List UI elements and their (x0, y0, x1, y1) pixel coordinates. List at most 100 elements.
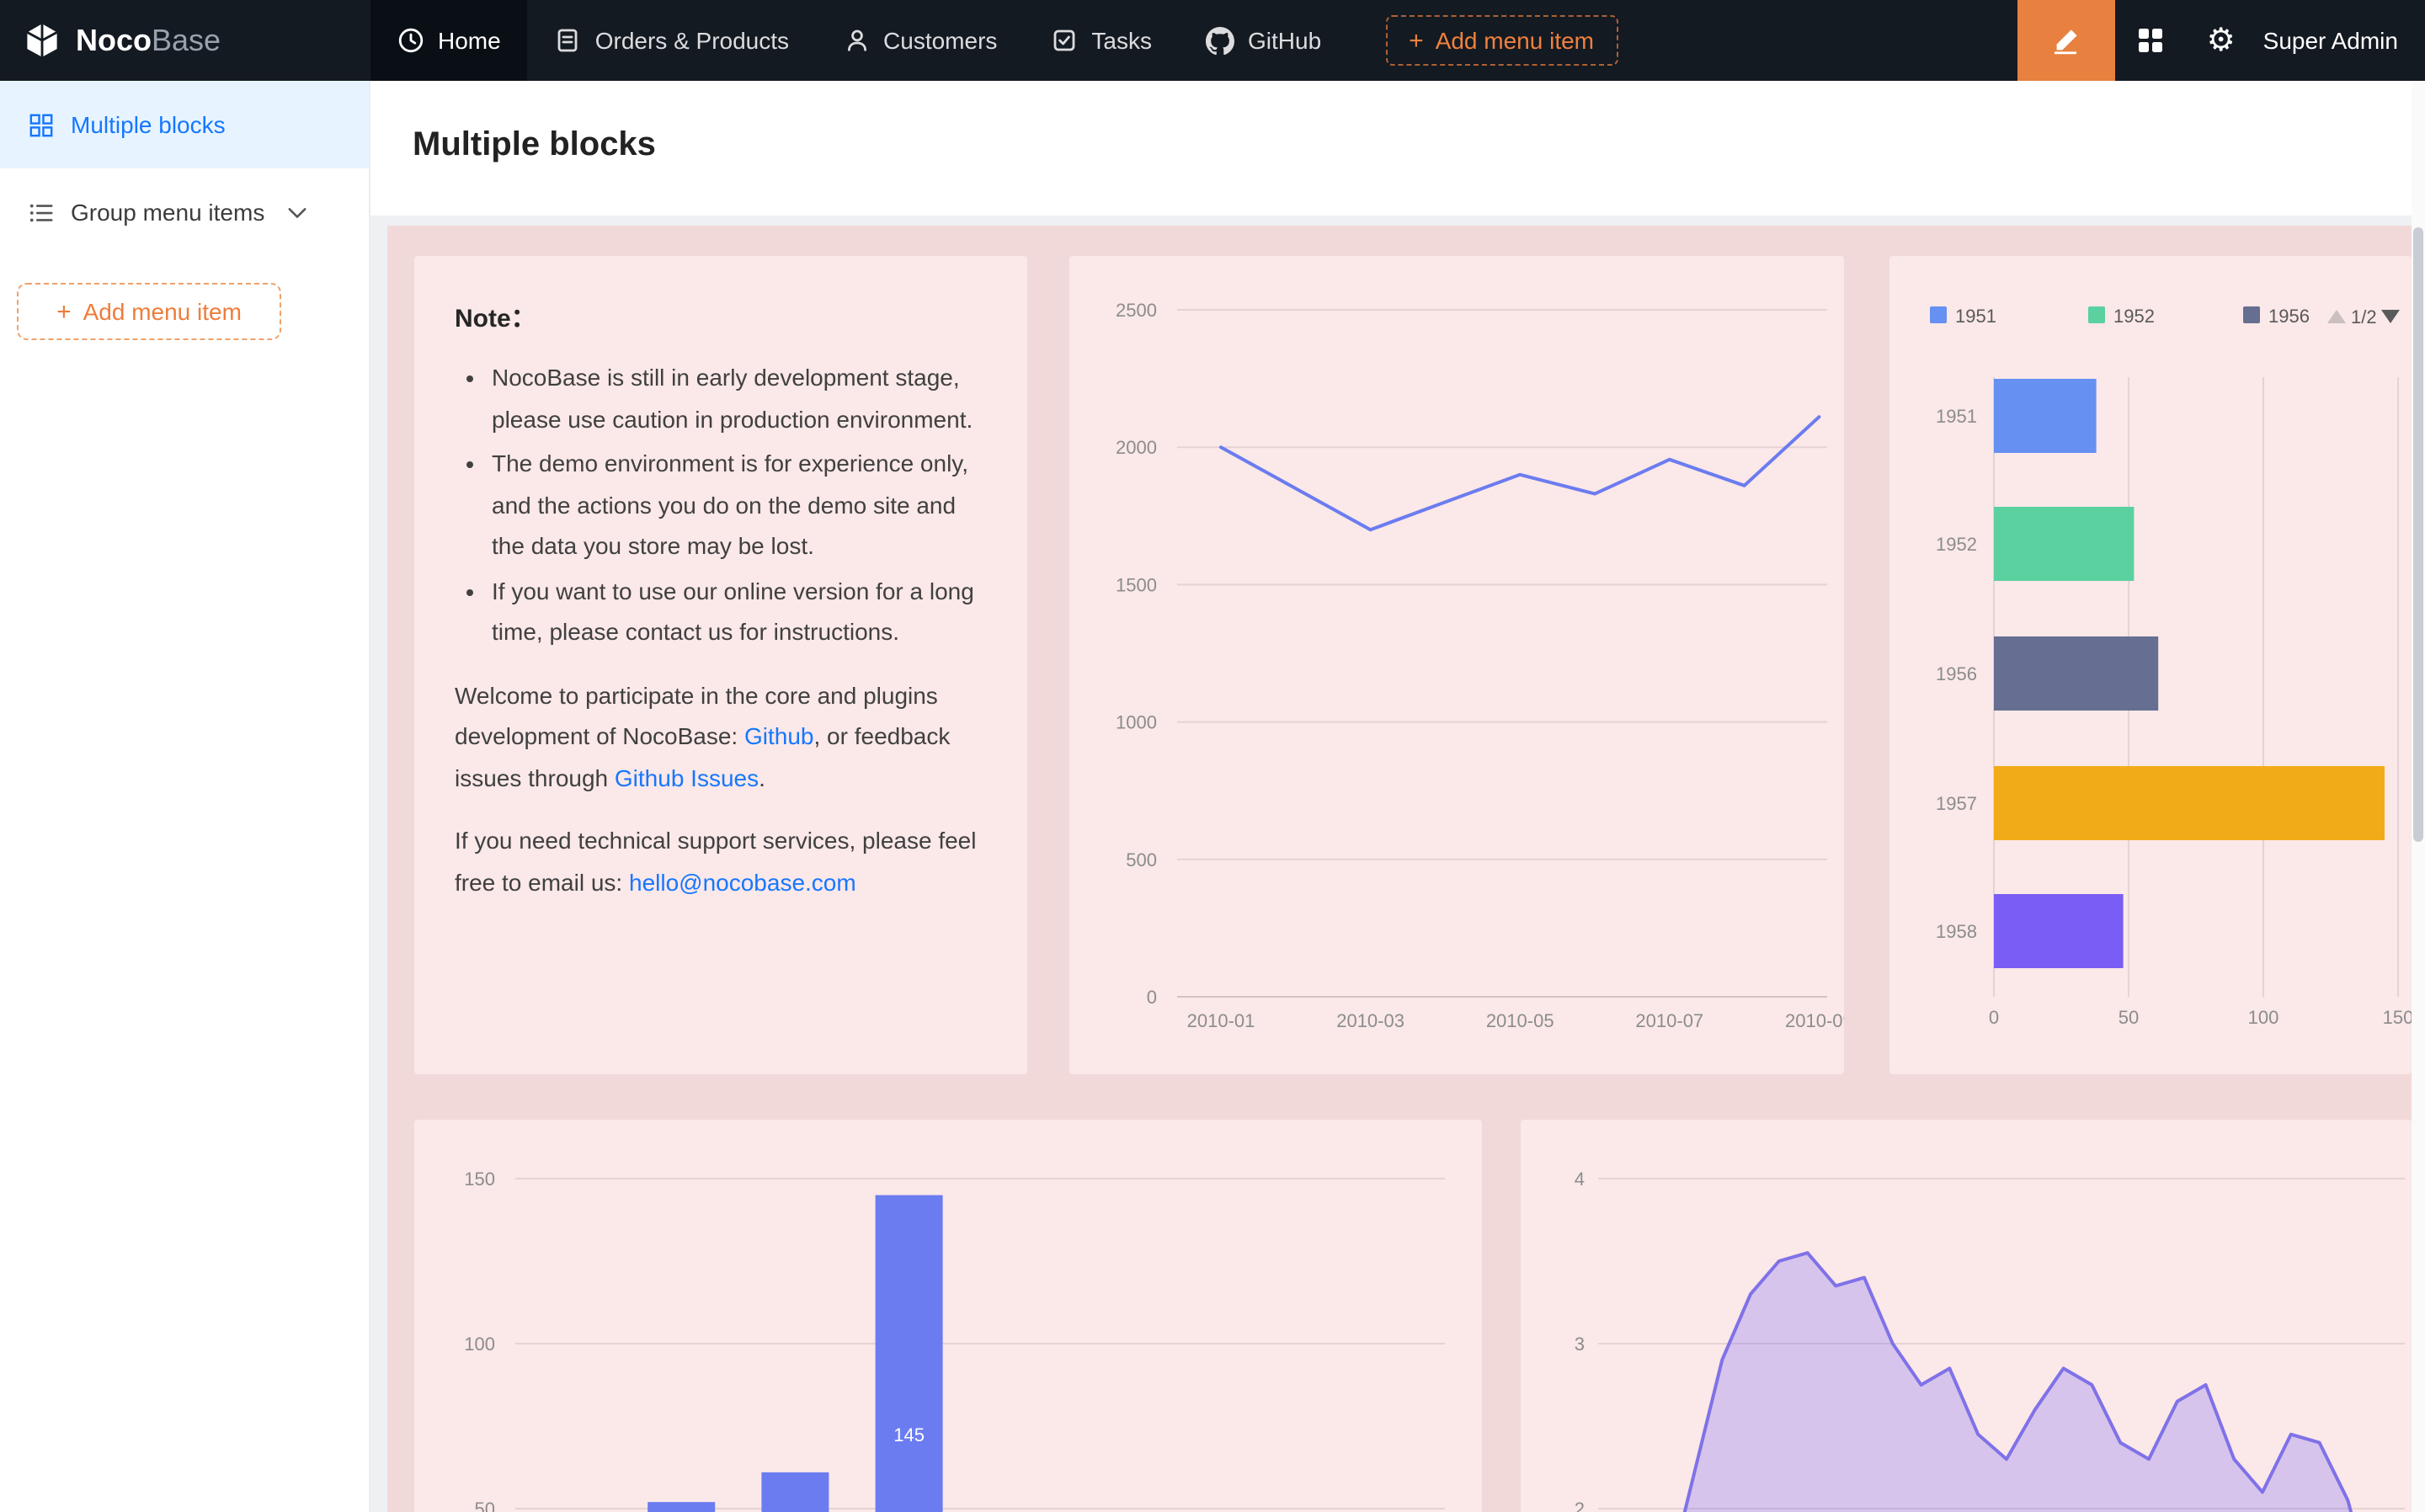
note-bullet: NocoBase is still in early development s… (492, 357, 987, 439)
svg-text:1/2: 1/2 (2351, 306, 2377, 327)
svg-text:3: 3 (1575, 1334, 1585, 1355)
page-title: Multiple blocks (413, 126, 656, 165)
markdown-note-block: Note： NocoBase is still in early develop… (414, 256, 1027, 1074)
logo-text: NocoBase (76, 23, 221, 58)
nav-item-label: Orders & Products (595, 27, 789, 54)
github-link[interactable]: Github (744, 722, 814, 749)
nav-item-label: Home (438, 27, 501, 54)
svg-text:0: 0 (1989, 1007, 1999, 1028)
svg-text:500: 500 (1126, 849, 1157, 870)
add-menu-item-label: Add menu item (83, 298, 242, 325)
add-menu-item-button-top[interactable]: + Add menu item (1385, 15, 1618, 66)
tasks-icon (1051, 27, 1078, 54)
svg-text:2500: 2500 (1116, 300, 1157, 321)
settings-button[interactable]: ⚙ (2186, 0, 2257, 81)
svg-text:100: 100 (464, 1334, 495, 1355)
svg-text:1500: 1500 (1116, 574, 1157, 595)
plugin-manager-button[interactable] (2115, 0, 2186, 81)
svg-text:100: 100 (2248, 1007, 2279, 1028)
svg-text:1951: 1951 (1955, 306, 1996, 327)
user-menu[interactable]: Super Admin (2263, 27, 2398, 54)
gear-icon: ⚙ (2207, 21, 2236, 60)
svg-text:150: 150 (464, 1169, 495, 1190)
svg-text:2010-03: 2010-03 (1336, 1010, 1404, 1031)
logo-text-bold: Noco (76, 23, 152, 56)
note-bullet: The demo environment is for experience o… (492, 443, 987, 567)
horizontal-bar-chart-block: 1951 1952 1956 1/2 0 50 100 150 1951 1952 1956 1957… (1889, 256, 2412, 1074)
email-link[interactable]: hello@nocobase.com (629, 868, 856, 895)
svg-text:1956: 1956 (2268, 306, 2310, 327)
svg-text:0: 0 (1147, 987, 1157, 1008)
horizontal-bar-chart: 1951 1952 1956 1/2 0 50 100 150 1951 1952 1956 1957… (1889, 256, 2412, 1074)
orders-products-icon (555, 27, 582, 54)
plus-icon: + (1409, 28, 1424, 53)
note-body: NocoBase is still in early development s… (455, 357, 987, 902)
sidebar-item-multiple-blocks[interactable]: Multiple blocks (0, 81, 369, 168)
chevron-down-icon (288, 206, 306, 218)
svg-text:150: 150 (2383, 1007, 2412, 1028)
area-chart: 2 3 4 (1521, 1120, 2412, 1512)
note-text: . (759, 764, 765, 791)
svg-text:2010-05: 2010-05 (1486, 1010, 1554, 1031)
blocks-grid-icon (29, 112, 54, 137)
page-header: Multiple blocks (370, 81, 2425, 216)
svg-text:145: 145 (893, 1424, 925, 1445)
svg-text:1956: 1956 (1936, 663, 1977, 684)
page-content: Note： NocoBase is still in early develop… (387, 226, 2412, 1512)
nav-item-customers[interactable]: Customers (816, 0, 1024, 81)
github-icon (1206, 26, 1234, 55)
nocobase-logo[interactable]: NocoBase (0, 0, 370, 81)
note-bullet: If you want to use our online version fo… (492, 570, 987, 652)
svg-text:1952: 1952 (2113, 306, 2155, 327)
note-paragraph-support: If you need technical support services, … (455, 820, 987, 902)
home-icon (397, 27, 424, 54)
nav-item-home[interactable]: Home (370, 0, 528, 81)
sidebar: Multiple blocks Group menu items + Add m… (0, 81, 370, 1512)
line-chart-block: 0 500 1000 1500 2000 2500 2010-01 2010-03 2010-0… (1069, 256, 1844, 1074)
scrollbar-thumb[interactable] (2413, 227, 2423, 842)
svg-text:2010-09: 2010-09 (1785, 1010, 1844, 1031)
plus-icon: + (56, 299, 72, 324)
vertical-scrollbar (2412, 81, 2425, 1512)
svg-text:1951: 1951 (1936, 406, 1977, 427)
add-menu-item-label: Add menu item (1436, 27, 1594, 54)
svg-text:2000: 2000 (1116, 437, 1157, 458)
github-issues-link[interactable]: Github Issues (615, 764, 759, 791)
nav-item-label: GitHub (1248, 27, 1321, 54)
customers-icon (843, 27, 870, 54)
ui-editor-button[interactable] (2017, 0, 2115, 81)
svg-text:2: 2 (1575, 1499, 1585, 1512)
nav-item-tasks[interactable]: Tasks (1024, 0, 1179, 81)
grid-squares-icon (2137, 27, 2164, 54)
note-bullet-list: NocoBase is still in early development s… (455, 357, 987, 652)
note-title: Note： (455, 300, 987, 335)
svg-text:1952: 1952 (1936, 534, 1977, 555)
svg-text:4: 4 (1575, 1169, 1585, 1190)
nav-item-orders-products[interactable]: Orders & Products (528, 0, 816, 81)
svg-text:1000: 1000 (1116, 712, 1157, 733)
top-navbar: NocoBase Home Orders & Products Customer… (0, 0, 2425, 81)
add-menu-item-button-sidebar[interactable]: + Add menu item (17, 283, 281, 340)
svg-text:50: 50 (2119, 1007, 2139, 1028)
nav-item-label: Customers (883, 27, 997, 54)
column-chart-block: 5010015038526114548383838 (414, 1120, 1482, 1512)
column-chart: 5010015038526114548383838 (414, 1120, 1482, 1512)
nocobase-logo-icon (24, 22, 61, 59)
nav-item-github[interactable]: GitHub (1179, 0, 1348, 81)
svg-text:2010-01: 2010-01 (1187, 1010, 1255, 1031)
logo-text-light: Base (152, 23, 221, 56)
sidebar-item-group-menu-items[interactable]: Group menu items (0, 168, 369, 256)
app-root: NocoBase Home Orders & Products Customer… (0, 0, 2425, 1512)
area-chart-block: 2 3 4 (1521, 1120, 2412, 1512)
sidebar-item-label: Group menu items (71, 199, 264, 226)
list-icon (29, 200, 54, 225)
nav-item-label: Tasks (1091, 27, 1152, 54)
svg-text:50: 50 (475, 1499, 495, 1512)
sidebar-item-label: Multiple blocks (71, 111, 226, 138)
svg-text:2010-07: 2010-07 (1635, 1010, 1703, 1031)
note-paragraph-community: Welcome to participate in the core and p… (455, 674, 987, 798)
navbar-right-actions: ⚙ Super Admin (2017, 0, 2425, 81)
svg-text:1957: 1957 (1936, 793, 1977, 814)
svg-text:1958: 1958 (1936, 921, 1977, 942)
line-chart: 0 500 1000 1500 2000 2500 2010-01 2010-03 2010-0… (1069, 256, 1844, 1074)
